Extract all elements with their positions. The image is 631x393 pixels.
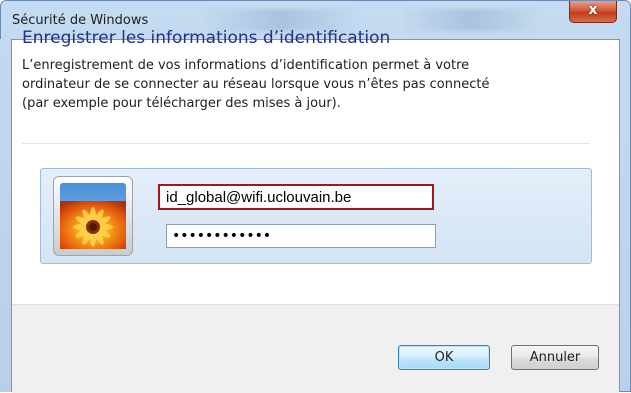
window-frame-left	[0, 39, 11, 392]
password-field[interactable]	[166, 224, 436, 248]
blurred-background-tab	[401, 9, 541, 31]
description-line: ordinateur de se connecter au réseau lor…	[22, 77, 490, 92]
description-line: L’enregistrement de vos informations d’i…	[22, 58, 470, 73]
description-line: (par exemple pour télécharger des mises …	[22, 96, 341, 111]
window-title: Sécurité de Windows	[12, 13, 149, 28]
avatar	[53, 176, 133, 256]
cancel-button[interactable]: Annuler	[511, 345, 599, 370]
username-field[interactable]	[158, 184, 434, 210]
close-button[interactable]: x	[569, 1, 617, 23]
separator	[22, 143, 590, 144]
ok-button[interactable]: OK	[398, 345, 490, 370]
credential-tile	[40, 168, 592, 264]
close-icon: x	[588, 2, 598, 18]
dialog-description: L’enregistrement de vos informations d’i…	[22, 56, 612, 113]
flower-user-tile-icon	[60, 183, 126, 249]
dialog-heading: Enregistrer les informations d’identific…	[22, 28, 391, 48]
